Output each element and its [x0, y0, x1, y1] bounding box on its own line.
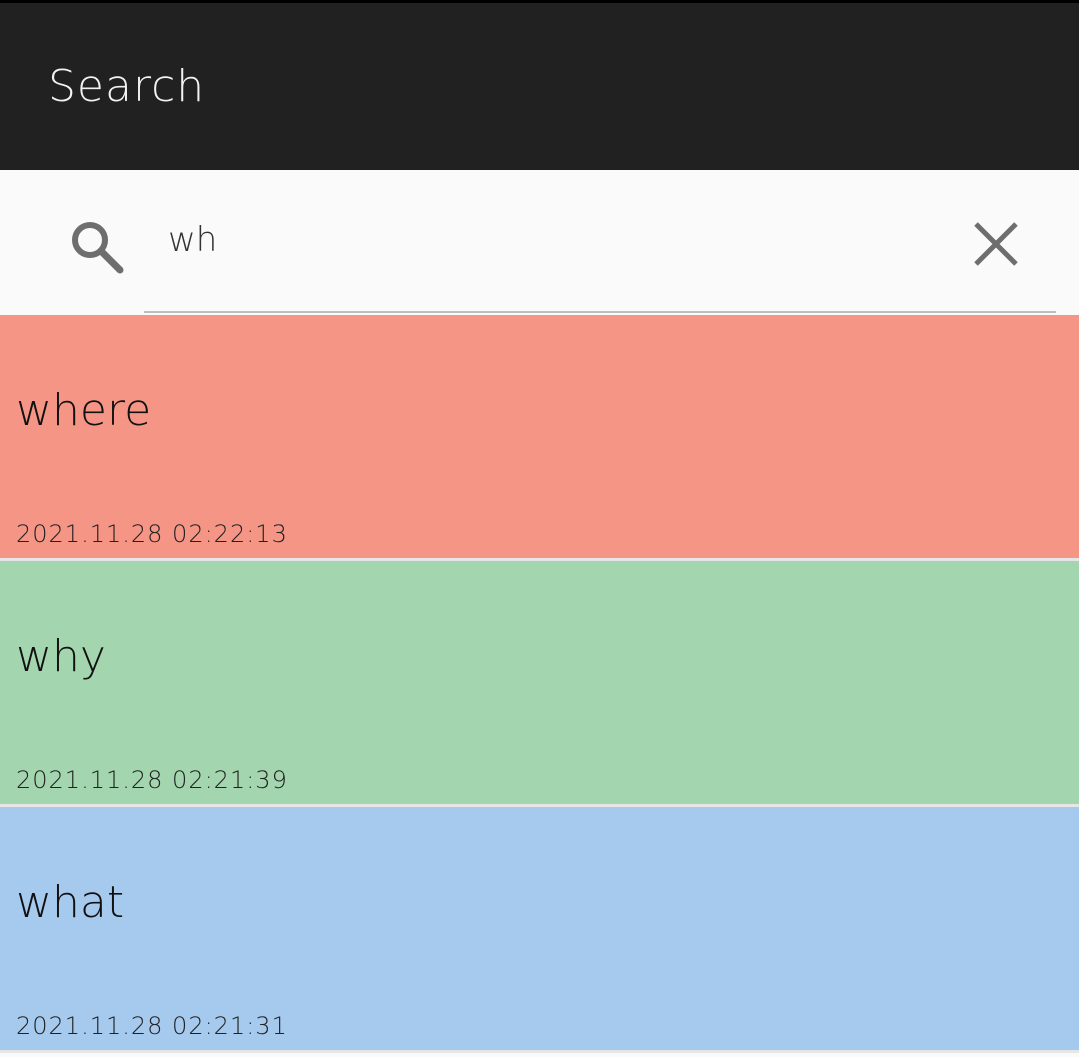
- item-timestamp: 2021.11.28 02:22:13: [16, 520, 288, 548]
- list-item[interactable]: what 2021.11.28 02:21:31: [0, 807, 1079, 1053]
- page-title: Search: [48, 61, 206, 112]
- search-underline: [144, 311, 1056, 313]
- list-item[interactable]: where 2021.11.28 02:22:13: [0, 315, 1079, 561]
- item-word: why: [16, 631, 106, 682]
- app-bar: Search: [0, 0, 1079, 170]
- results-list: where 2021.11.28 02:22:13 why 2021.11.28…: [0, 315, 1079, 1053]
- search-bar: [0, 170, 1079, 315]
- item-word: what: [16, 877, 125, 928]
- search-icon: [72, 222, 124, 274]
- list-item[interactable]: why 2021.11.28 02:21:39: [0, 561, 1079, 807]
- item-timestamp: 2021.11.28 02:21:39: [16, 766, 288, 794]
- close-icon[interactable]: [966, 214, 1026, 274]
- item-timestamp: 2021.11.28 02:21:31: [16, 1012, 288, 1040]
- item-word: where: [16, 385, 152, 436]
- search-input[interactable]: [144, 210, 958, 270]
